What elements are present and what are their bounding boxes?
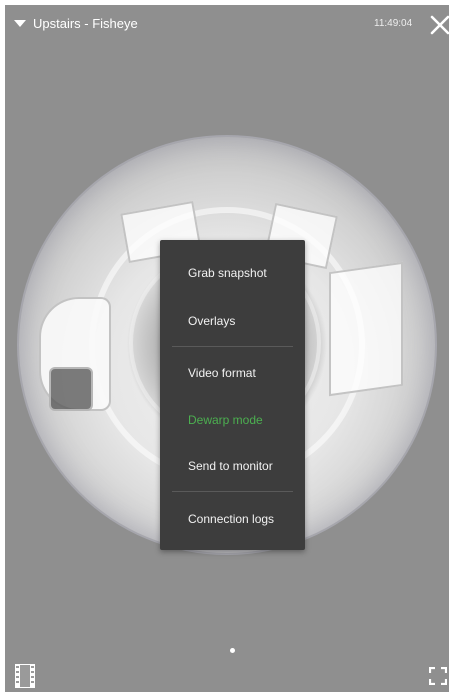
menu-divider: [172, 346, 293, 347]
menu-item-label: Connection logs: [188, 512, 275, 526]
caret-down-icon: [14, 20, 26, 27]
close-icon: [430, 15, 449, 35]
menu-item-connection-logs[interactable]: Connection logs: [160, 499, 305, 539]
top-bar: Upstairs - Fisheye 11:49:04: [5, 5, 449, 45]
camera-view: Upstairs - Fisheye 11:49:04 Grab snapsho…: [5, 5, 449, 692]
close-button[interactable]: [429, 14, 449, 36]
fisheye-room-feature: [49, 367, 93, 411]
menu-item-video-format[interactable]: Video format: [160, 353, 305, 393]
menu-item-label: Grab snapshot: [188, 266, 267, 280]
menu-item-overlays[interactable]: Overlays: [160, 301, 305, 341]
fullscreen-icon: [428, 666, 448, 686]
filmstrip-button[interactable]: [14, 663, 36, 689]
menu-item-label: Overlays: [188, 314, 236, 328]
menu-item-send-to-monitor[interactable]: Send to monitor: [160, 446, 305, 486]
filmstrip-icon: [15, 664, 35, 688]
fullscreen-button[interactable]: [428, 666, 448, 686]
page-indicator-dot: [230, 648, 235, 653]
camera-title: Upstairs - Fisheye: [33, 16, 138, 31]
menu-divider: [172, 491, 293, 492]
fisheye-room-feature: [329, 261, 403, 397]
menu-item-dewarp-mode[interactable]: Dewarp mode: [160, 400, 305, 440]
context-menu: Grab snapshot Overlays Video format Dewa…: [160, 240, 305, 550]
menu-item-grab-snapshot[interactable]: Grab snapshot: [160, 253, 305, 293]
menu-item-label: Send to monitor: [188, 459, 273, 473]
menu-item-label: Video format: [188, 366, 256, 380]
timestamp: 11:49:04: [374, 18, 413, 29]
menu-item-label: Dewarp mode: [188, 413, 263, 427]
camera-selector[interactable]: Upstairs - Fisheye: [14, 16, 138, 31]
